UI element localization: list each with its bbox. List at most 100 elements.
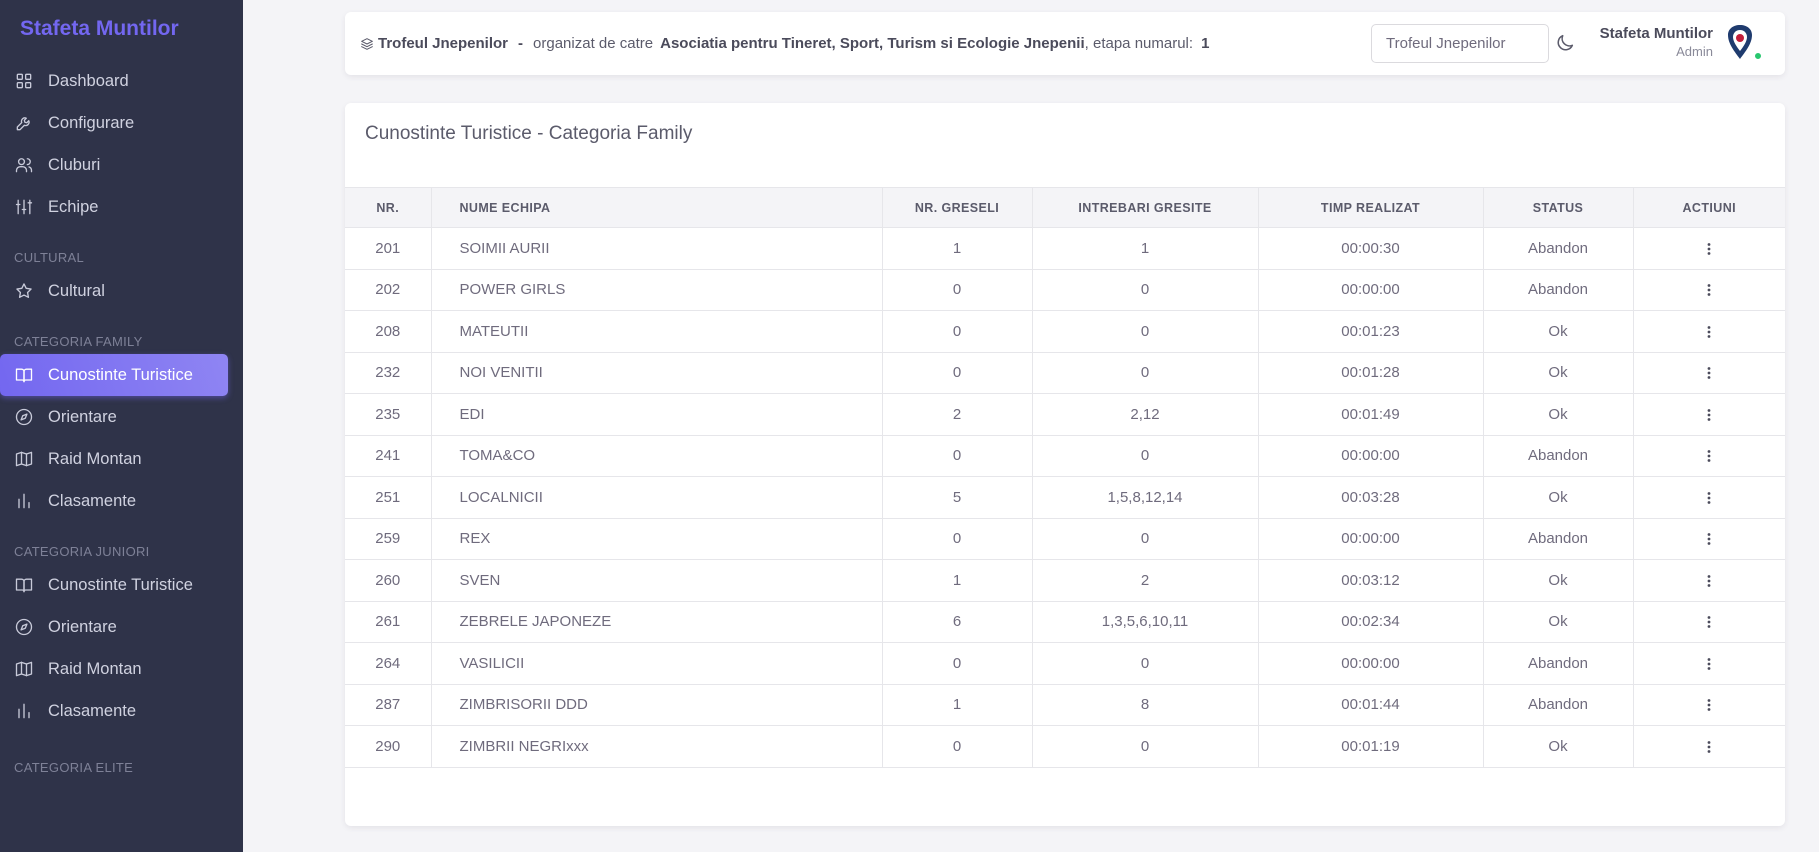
- brand-logo[interactable]: Stafeta Muntilor: [0, 0, 243, 60]
- avatar[interactable]: [1719, 21, 1763, 63]
- dark-mode-toggle-icon[interactable]: [1554, 32, 1576, 54]
- sidebar-item-family-cunostinte[interactable]: Cunostinte Turistice: [0, 354, 228, 396]
- user-name: Stafeta Muntilor: [1599, 25, 1713, 42]
- column-header-nume-echipa[interactable]: NUME ECHIPA: [431, 187, 883, 228]
- sidebar-item-juniori-orientare[interactable]: Orientare: [0, 606, 228, 648]
- cell-actions: [1633, 476, 1785, 519]
- cell-team-name: SOIMII AURII: [431, 227, 883, 270]
- sidebar-item-label: Dashboard: [48, 71, 129, 90]
- sidebar-item-cluburi[interactable]: Cluburi: [0, 144, 228, 186]
- map-icon: [14, 449, 34, 469]
- chart-icon: [14, 491, 34, 511]
- trophy-name: Trofeul Jnepenilor: [378, 35, 509, 52]
- sidebar-item-dashboard[interactable]: Dashboard: [0, 60, 228, 102]
- more-vertical-icon[interactable]: [1701, 739, 1717, 755]
- cell-actions: [1633, 435, 1785, 477]
- cell-actions: [1633, 601, 1785, 643]
- user-info[interactable]: Stafeta Muntilor Admin: [1600, 25, 1713, 59]
- cell-wrong-questions: 0: [1032, 352, 1259, 394]
- sidebar-item-label: Cunostinte Turistice: [48, 575, 193, 594]
- more-vertical-icon[interactable]: [1701, 614, 1717, 630]
- sidebar-item-configurare[interactable]: Configurare: [0, 102, 228, 144]
- sidebar-item-label: Clasamente: [48, 701, 137, 720]
- cell-time: 00:00:00: [1258, 435, 1484, 477]
- cell-team-name: SVEN: [431, 559, 883, 602]
- column-header-intrebari-gresite[interactable]: INTREBARI GRESITE: [1032, 187, 1259, 228]
- more-vertical-icon[interactable]: [1701, 656, 1717, 672]
- dashboard-icon: [14, 71, 34, 91]
- cell-errors: 0: [882, 642, 1033, 685]
- cell-actions: [1633, 227, 1785, 270]
- cell-errors: 1: [882, 227, 1033, 270]
- user-role: Admin: [1676, 44, 1713, 59]
- cell-time: 00:01:28: [1258, 352, 1484, 394]
- sidebar-item-cultural[interactable]: Cultural: [0, 270, 228, 312]
- cell-nr: 261: [345, 601, 432, 643]
- cell-status: Ok: [1483, 476, 1634, 519]
- table-row: 201 SOIMII AURII 1 1 00:00:30 Abandon: [345, 227, 1785, 270]
- cell-actions: [1633, 684, 1785, 726]
- wrench-icon: [14, 113, 34, 133]
- sidebar-item-label: Configurare: [48, 113, 135, 132]
- column-header-actiuni: ACTIUNI: [1633, 187, 1785, 228]
- more-vertical-icon[interactable]: [1701, 282, 1717, 298]
- table-header-row: NR. NUME ECHIPA NR. GRESELI INTREBARI GR…: [345, 187, 1785, 228]
- cell-team-name: NOI VENITII: [431, 352, 883, 394]
- more-vertical-icon[interactable]: [1701, 365, 1717, 381]
- cell-team-name: ZEBRELE JAPONEZE: [431, 601, 883, 643]
- cell-wrong-questions: 0: [1032, 725, 1259, 768]
- sidebar-item-family-orientare[interactable]: Orientare: [0, 396, 228, 438]
- organizer-name: Asociatia pentru Tineret, Sport, Turism …: [660, 35, 1085, 52]
- more-vertical-icon[interactable]: [1701, 407, 1717, 423]
- more-vertical-icon[interactable]: [1701, 448, 1717, 464]
- sidebar-item-label: Raid Montan: [48, 659, 142, 678]
- compass-icon: [14, 407, 34, 427]
- sidebar-item-juniori-clasamente[interactable]: Clasamente: [0, 690, 228, 732]
- cell-actions: [1633, 393, 1785, 436]
- cell-wrong-questions: 2: [1032, 559, 1259, 602]
- stage-number: 1: [1201, 35, 1210, 52]
- cell-status: Abandon: [1483, 269, 1634, 311]
- column-header-timp-realizat[interactable]: TIMP REALIZAT: [1258, 187, 1484, 228]
- column-header-nr-greseli[interactable]: NR. GRESELI: [882, 187, 1033, 228]
- results-card: Cunostinte Turistice - Categoria Family …: [345, 103, 1785, 826]
- more-vertical-icon[interactable]: [1701, 573, 1717, 589]
- more-vertical-icon[interactable]: [1701, 241, 1717, 257]
- cell-time: 00:01:44: [1258, 684, 1484, 726]
- column-header-nr[interactable]: NR.: [345, 187, 432, 228]
- cell-status: Ok: [1483, 559, 1634, 602]
- sidebar-item-family-clasamente[interactable]: Clasamente: [0, 480, 228, 522]
- more-vertical-icon[interactable]: [1701, 324, 1717, 340]
- star-icon: [14, 281, 34, 301]
- sidebar-item-echipe[interactable]: Echipe: [0, 186, 228, 228]
- separator-dash: -: [518, 35, 524, 52]
- chart-icon: [14, 701, 34, 721]
- competition-select-input[interactable]: [1371, 24, 1549, 63]
- cell-actions: [1633, 725, 1785, 768]
- cell-nr: 202: [345, 269, 432, 311]
- cell-wrong-questions: 1,3,5,6,10,11: [1032, 601, 1259, 643]
- more-vertical-icon[interactable]: [1701, 531, 1717, 547]
- cell-time: 00:01:23: [1258, 310, 1484, 353]
- cell-errors: 0: [882, 725, 1033, 768]
- sidebar-item-juniori-raid[interactable]: Raid Montan: [0, 648, 228, 690]
- column-header-status[interactable]: STATUS: [1483, 187, 1634, 228]
- table-row: 264 VASILICII 0 0 00:00:00 Abandon: [345, 642, 1785, 685]
- more-vertical-icon[interactable]: [1701, 490, 1717, 506]
- table-row: 290 ZIMBRII NEGRIxxx 0 0 00:01:19 Ok: [345, 725, 1785, 768]
- table-row: 232 NOI VENITII 0 0 00:01:28 Ok: [345, 352, 1785, 394]
- cell-team-name: LOCALNICII: [431, 476, 883, 519]
- cell-team-name: VASILICII: [431, 642, 883, 685]
- sidebar-item-label: Echipe: [48, 197, 99, 216]
- cell-status: Ok: [1483, 725, 1634, 768]
- cell-errors: 6: [882, 601, 1033, 643]
- more-vertical-icon[interactable]: [1701, 697, 1717, 713]
- online-status-dot: [1753, 51, 1763, 61]
- cell-actions: [1633, 352, 1785, 394]
- sidebar-item-juniori-cunostinte[interactable]: Cunostinte Turistice: [0, 564, 228, 606]
- sidebar-item-label: Raid Montan: [48, 449, 142, 468]
- cell-team-name: POWER GIRLS: [431, 269, 883, 311]
- cell-wrong-questions: 0: [1032, 269, 1259, 311]
- layers-icon: [359, 36, 375, 52]
- sidebar-item-family-raid[interactable]: Raid Montan: [0, 438, 228, 480]
